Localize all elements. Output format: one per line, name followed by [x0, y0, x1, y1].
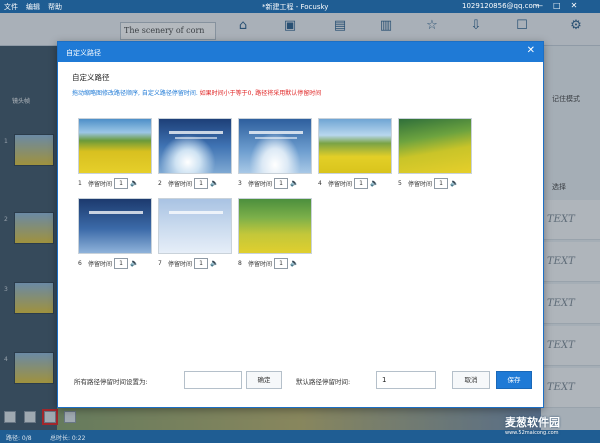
- path-slide-card[interactable]: 5 停留时间 1 🔈: [398, 118, 472, 190]
- custom-path-dialog: 自定义路径 ✕ 自定义路径 拖动缩略图修改路径顺序, 自定义路径停留时间. 如果…: [57, 41, 544, 408]
- speaker-icon[interactable]: 🔈: [210, 259, 219, 267]
- menu-help[interactable]: 帮助: [48, 2, 62, 12]
- dwell-label: 停留时间: [408, 180, 433, 188]
- watermark: 麦葱软件园 www.52maicong.com: [505, 414, 560, 436]
- slide-preview[interactable]: [398, 118, 472, 174]
- path-slide-card[interactable]: 7 停留时间 1 🔈: [158, 198, 232, 270]
- dwell-label: 停留时间: [88, 180, 113, 188]
- slide-order: 1: [78, 179, 82, 187]
- menu-edit[interactable]: 编辑: [26, 2, 40, 12]
- dwell-time-input[interactable]: 1: [274, 257, 289, 269]
- slide-order: 8: [238, 259, 242, 267]
- dialog-title: 自定义路径: [66, 49, 101, 57]
- path-slide-card[interactable]: 8 停留时间 1 🔈: [238, 198, 312, 270]
- dwell-time-input[interactable]: 1: [354, 177, 369, 189]
- dwell-time-input[interactable]: 1: [434, 177, 449, 189]
- menu-bar: 文件 编辑 帮助: [4, 2, 62, 12]
- path-slide-card[interactable]: 3 停留时间 1 🔈: [238, 118, 312, 190]
- speaker-icon[interactable]: 🔈: [290, 259, 299, 267]
- minimize-icon[interactable]: —: [535, 0, 543, 12]
- path-slide-card[interactable]: 4 停留时间 1 🔈: [318, 118, 392, 190]
- dwell-label: 停留时间: [88, 260, 113, 268]
- slide-preview[interactable]: [158, 198, 232, 254]
- confirm-button[interactable]: 确定: [246, 371, 282, 389]
- save-button[interactable]: 保存: [496, 371, 532, 389]
- watermark-name: 麦葱软件园: [505, 416, 560, 429]
- speaker-icon[interactable]: 🔈: [290, 179, 299, 187]
- dwell-label: 停留时间: [168, 180, 193, 188]
- all-time-label: 所有路径停留时间设置为:: [74, 378, 148, 386]
- slide-order: 5: [398, 179, 402, 187]
- dialog-hint: 拖动缩略图修改路径顺序, 自定义路径停留时间. 如果时间小于等于0, 路径将采用…: [72, 88, 321, 97]
- close-icon[interactable]: ✕: [527, 45, 535, 57]
- path-slide-card[interactable]: 1 停留时间 1 🔈: [78, 118, 152, 190]
- slide-preview[interactable]: [78, 198, 152, 254]
- all-time-input[interactable]: [184, 371, 242, 389]
- window-controls: — □ ✕: [535, 0, 577, 12]
- hint-warning: 如果时间小于等于0, 路径将采用默认停留时间: [199, 90, 322, 97]
- dwell-label: 停留时间: [328, 180, 353, 188]
- dialog-heading: 自定义路径: [72, 73, 110, 82]
- dwell-time-input[interactable]: 1: [114, 257, 129, 269]
- slide-order: 2: [158, 179, 162, 187]
- slide-order: 3: [238, 179, 242, 187]
- path-slide-card[interactable]: 6 停留时间 1 🔈: [78, 198, 152, 270]
- default-time-label: 默认路径停留时间:: [296, 378, 351, 386]
- dialog-header: 自定义路径 ✕: [58, 42, 543, 62]
- path-slide-card[interactable]: 2 停留时间 1 🔈: [158, 118, 232, 190]
- dwell-time-input[interactable]: 1: [114, 177, 129, 189]
- path-count: 路径: 0/8: [6, 435, 32, 442]
- slide-preview[interactable]: [318, 118, 392, 174]
- slide-order: 7: [158, 259, 162, 267]
- slide-preview[interactable]: [158, 118, 232, 174]
- speaker-icon[interactable]: 🔈: [450, 179, 459, 187]
- close-window-icon[interactable]: ✕: [571, 0, 578, 12]
- speaker-icon[interactable]: 🔈: [210, 179, 219, 187]
- total-duration: 总时长: 0:22: [50, 435, 86, 442]
- dialog-footer: 所有路径停留时间设置为: 确定 默认路径停留时间: 1 取消 保存: [58, 368, 545, 396]
- menu-file[interactable]: 文件: [4, 2, 18, 12]
- slide-order: 4: [318, 179, 322, 187]
- dwell-label: 停留时间: [248, 260, 273, 268]
- speaker-icon[interactable]: 🔈: [130, 259, 139, 267]
- dwell-label: 停留时间: [168, 260, 193, 268]
- speaker-icon[interactable]: 🔈: [130, 179, 139, 187]
- dwell-time-input[interactable]: 1: [274, 177, 289, 189]
- dwell-time-input[interactable]: 1: [194, 177, 209, 189]
- dwell-time-input[interactable]: 1: [194, 257, 209, 269]
- slide-order: 6: [78, 259, 82, 267]
- account-email[interactable]: 1029120856@qq.com: [462, 2, 540, 10]
- slide-preview[interactable]: [238, 118, 312, 174]
- maximize-icon[interactable]: □: [553, 0, 561, 12]
- title-bar: 文件 编辑 帮助 *新建工程 - Focusky 1029120856@qq.c…: [0, 0, 600, 13]
- speaker-icon[interactable]: 🔈: [370, 179, 379, 187]
- cancel-button[interactable]: 取消: [452, 371, 490, 389]
- slide-preview[interactable]: [238, 198, 312, 254]
- window-title: *新建工程 - Focusky: [262, 3, 329, 11]
- default-time-input[interactable]: 1: [376, 371, 436, 389]
- slide-preview[interactable]: [78, 118, 152, 174]
- hint-text: 拖动缩略图修改路径顺序, 自定义路径停留时间.: [72, 90, 200, 97]
- watermark-url: www.52maicong.com: [505, 430, 559, 436]
- dwell-label: 停留时间: [248, 180, 273, 188]
